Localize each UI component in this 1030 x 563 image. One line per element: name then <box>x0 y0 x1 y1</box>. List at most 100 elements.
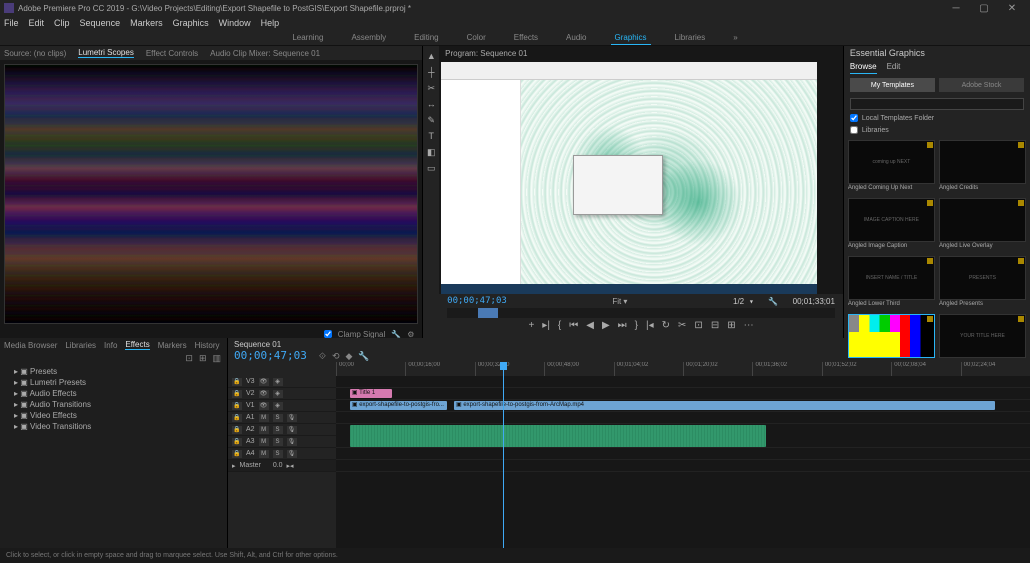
track-header-master[interactable]: ▸ Master 0.0 ▸◂ <box>228 460 336 472</box>
tab-effect-controls[interactable]: Effect Controls <box>146 49 198 58</box>
program-fit-dropdown[interactable]: Fit <box>612 297 621 306</box>
settings-icon[interactable]: 🔧 <box>358 351 369 362</box>
fx-32-icon[interactable]: ⊞ <box>199 353 207 364</box>
tab-history[interactable]: History <box>195 341 220 350</box>
maximize-button[interactable]: ▢ <box>970 0 998 16</box>
track-header-a4[interactable]: 🔒A4MS🎙 <box>228 448 336 460</box>
program-timecode-current[interactable]: 00;00;47;03 <box>447 296 507 306</box>
timeline-timecode[interactable]: 00;00;47;03 <box>234 349 307 362</box>
tab-source[interactable]: Source: (no clips) <box>4 49 66 58</box>
tree-audio-transitions[interactable]: ▸ ▣ Audio Transitions <box>4 399 223 410</box>
tab-info[interactable]: Info <box>104 341 117 350</box>
sequence-name[interactable]: Sequence 01 <box>234 340 281 349</box>
tab-media-browser[interactable]: Media Browser <box>4 341 57 350</box>
lift-icon[interactable]: ✂ <box>678 320 686 331</box>
fx-yuv-icon[interactable]: ▥ <box>212 353 221 364</box>
ws-learning[interactable]: Learning <box>288 31 327 44</box>
tree-lumetri-presets[interactable]: ▸ ▣ Lumetri Presets <box>4 377 223 388</box>
menu-edit[interactable]: Edit <box>29 18 45 28</box>
tab-markers[interactable]: Markers <box>158 341 187 350</box>
menu-markers[interactable]: Markers <box>130 18 163 28</box>
add-marker-icon[interactable]: + <box>528 320 534 331</box>
eg-template-thumb[interactable] <box>939 140 1026 184</box>
eg-template-thumb[interactable]: YOUR TITLE HERE <box>939 314 1026 358</box>
clip-audio-1[interactable] <box>350 425 766 447</box>
clip-title[interactable]: ▣ Title 1 <box>350 389 392 398</box>
export-frame-icon[interactable]: ⊟ <box>711 320 719 331</box>
tab-audio-mixer[interactable]: Audio Clip Mixer: Sequence 01 <box>210 49 320 58</box>
menu-graphics[interactable]: Graphics <box>173 18 209 28</box>
marker-icon[interactable]: ◆ <box>346 351 353 362</box>
close-button[interactable]: ✕ <box>998 0 1026 16</box>
track-header-a3[interactable]: 🔒A3MS🎙 <box>228 436 336 448</box>
program-monitor[interactable] <box>441 62 817 294</box>
eg-template-thumb[interactable]: coming up NEXT <box>848 140 935 184</box>
tree-presets[interactable]: ▸ ▣ Presets <box>4 366 223 377</box>
menu-clip[interactable]: Clip <box>54 18 70 28</box>
ws-editing[interactable]: Editing <box>410 31 442 44</box>
menu-file[interactable]: File <box>4 18 19 28</box>
play-icon[interactable]: ▶ <box>602 320 610 331</box>
pen-tool-icon[interactable]: ✎ <box>425 114 437 126</box>
rectangle-tool-icon[interactable]: ◧ <box>425 146 437 158</box>
eg-filter-adobe-stock[interactable]: Adobe Stock <box>939 78 1024 92</box>
eg-filter-my-templates[interactable]: My Templates <box>850 78 935 92</box>
hand-tool-icon[interactable]: ▭ <box>425 162 437 174</box>
eg-template-thumb[interactable]: INSERT NAME / TITLE <box>848 256 935 300</box>
fx-badge-icon[interactable]: ⊡ <box>185 353 193 364</box>
program-scrubber[interactable] <box>447 308 835 318</box>
track-header-a1[interactable]: 🔒A1MS🎙 <box>228 412 336 424</box>
menu-help[interactable]: Help <box>261 18 280 28</box>
tree-video-transitions[interactable]: ▸ ▣ Video Transitions <box>4 421 223 432</box>
extract-icon[interactable]: ⊡ <box>694 320 702 331</box>
minimize-button[interactable]: ─ <box>942 0 970 16</box>
snap-icon[interactable]: ⟐ <box>319 351 326 362</box>
menu-sequence[interactable]: Sequence <box>80 18 121 28</box>
ws-graphics[interactable]: Graphics <box>611 31 651 45</box>
ws-color[interactable]: Color <box>463 31 490 44</box>
tab-lumetri-scopes[interactable]: Lumetri Scopes <box>78 48 134 58</box>
program-resolution-dropdown[interactable]: 1/2 <box>733 297 744 306</box>
eg-template-thumb[interactable] <box>848 314 935 358</box>
ws-effects[interactable]: Effects <box>510 31 542 44</box>
comparison-icon[interactable]: ⊞ <box>727 320 735 331</box>
track-header-a2[interactable]: 🔒A2MS🎙 <box>228 424 336 436</box>
ws-assembly[interactable]: Assembly <box>347 31 390 44</box>
track-header-v1[interactable]: 🔒V1👁◈ <box>228 400 336 412</box>
go-out-icon[interactable]: } <box>635 320 638 331</box>
tree-audio-effects[interactable]: ▸ ▣ Audio Effects <box>4 388 223 399</box>
eg-libraries-checkbox[interactable] <box>850 126 858 134</box>
step-forward-icon[interactable]: ⏭ <box>618 320 627 331</box>
loop-icon[interactable]: ↻ <box>662 320 670 331</box>
tab-effects[interactable]: Effects <box>125 340 149 350</box>
clip-video-2[interactable]: ▣ export-shapefile-to-postgis-from-ArcMa… <box>454 401 995 410</box>
mark-in-icon[interactable]: ▸| <box>542 320 550 331</box>
eg-search-input[interactable] <box>850 98 1024 110</box>
step-back-icon[interactable]: ⏮ <box>569 320 578 331</box>
eg-tab-edit[interactable]: Edit <box>887 60 901 74</box>
eg-local-folder-checkbox[interactable] <box>850 114 858 122</box>
tab-libraries[interactable]: Libraries <box>65 341 96 350</box>
ws-libraries[interactable]: Libraries <box>671 31 710 44</box>
mark-out-icon[interactable]: |◂ <box>646 320 654 331</box>
tree-video-effects[interactable]: ▸ ▣ Video Effects <box>4 410 223 421</box>
menu-window[interactable]: Window <box>219 18 251 28</box>
slip-tool-icon[interactable]: ↔ <box>425 98 437 110</box>
track-select-tool-icon[interactable]: ┼ <box>425 66 437 78</box>
ripple-edit-tool-icon[interactable]: ✂ <box>425 82 437 94</box>
track-header-v3[interactable]: 🔒V3👁◈ <box>228 376 336 388</box>
playhead[interactable] <box>503 362 504 548</box>
eg-template-thumb[interactable]: IMAGE CAPTION HERE <box>848 198 935 242</box>
linked-selection-icon[interactable]: ⟲ <box>332 351 340 362</box>
eg-tab-browse[interactable]: Browse <box>850 60 877 74</box>
clamp-signal-checkbox[interactable] <box>324 330 332 338</box>
type-tool-icon[interactable]: T <box>425 130 437 142</box>
ws-more[interactable]: » <box>729 31 741 44</box>
selection-tool-icon[interactable]: ▲ <box>425 50 437 62</box>
timeline-content[interactable]: 00;0000;00;16;0000;00;32;0000;00;48;0000… <box>336 362 1030 548</box>
ws-audio[interactable]: Audio <box>562 31 590 44</box>
button-editor-icon[interactable]: ⋯ <box>744 320 754 331</box>
eg-template-thumb[interactable]: PRESENTS <box>939 256 1026 300</box>
go-in-icon[interactable]: { <box>558 320 561 331</box>
track-header-v2[interactable]: 🔒V2👁◈ <box>228 388 336 400</box>
